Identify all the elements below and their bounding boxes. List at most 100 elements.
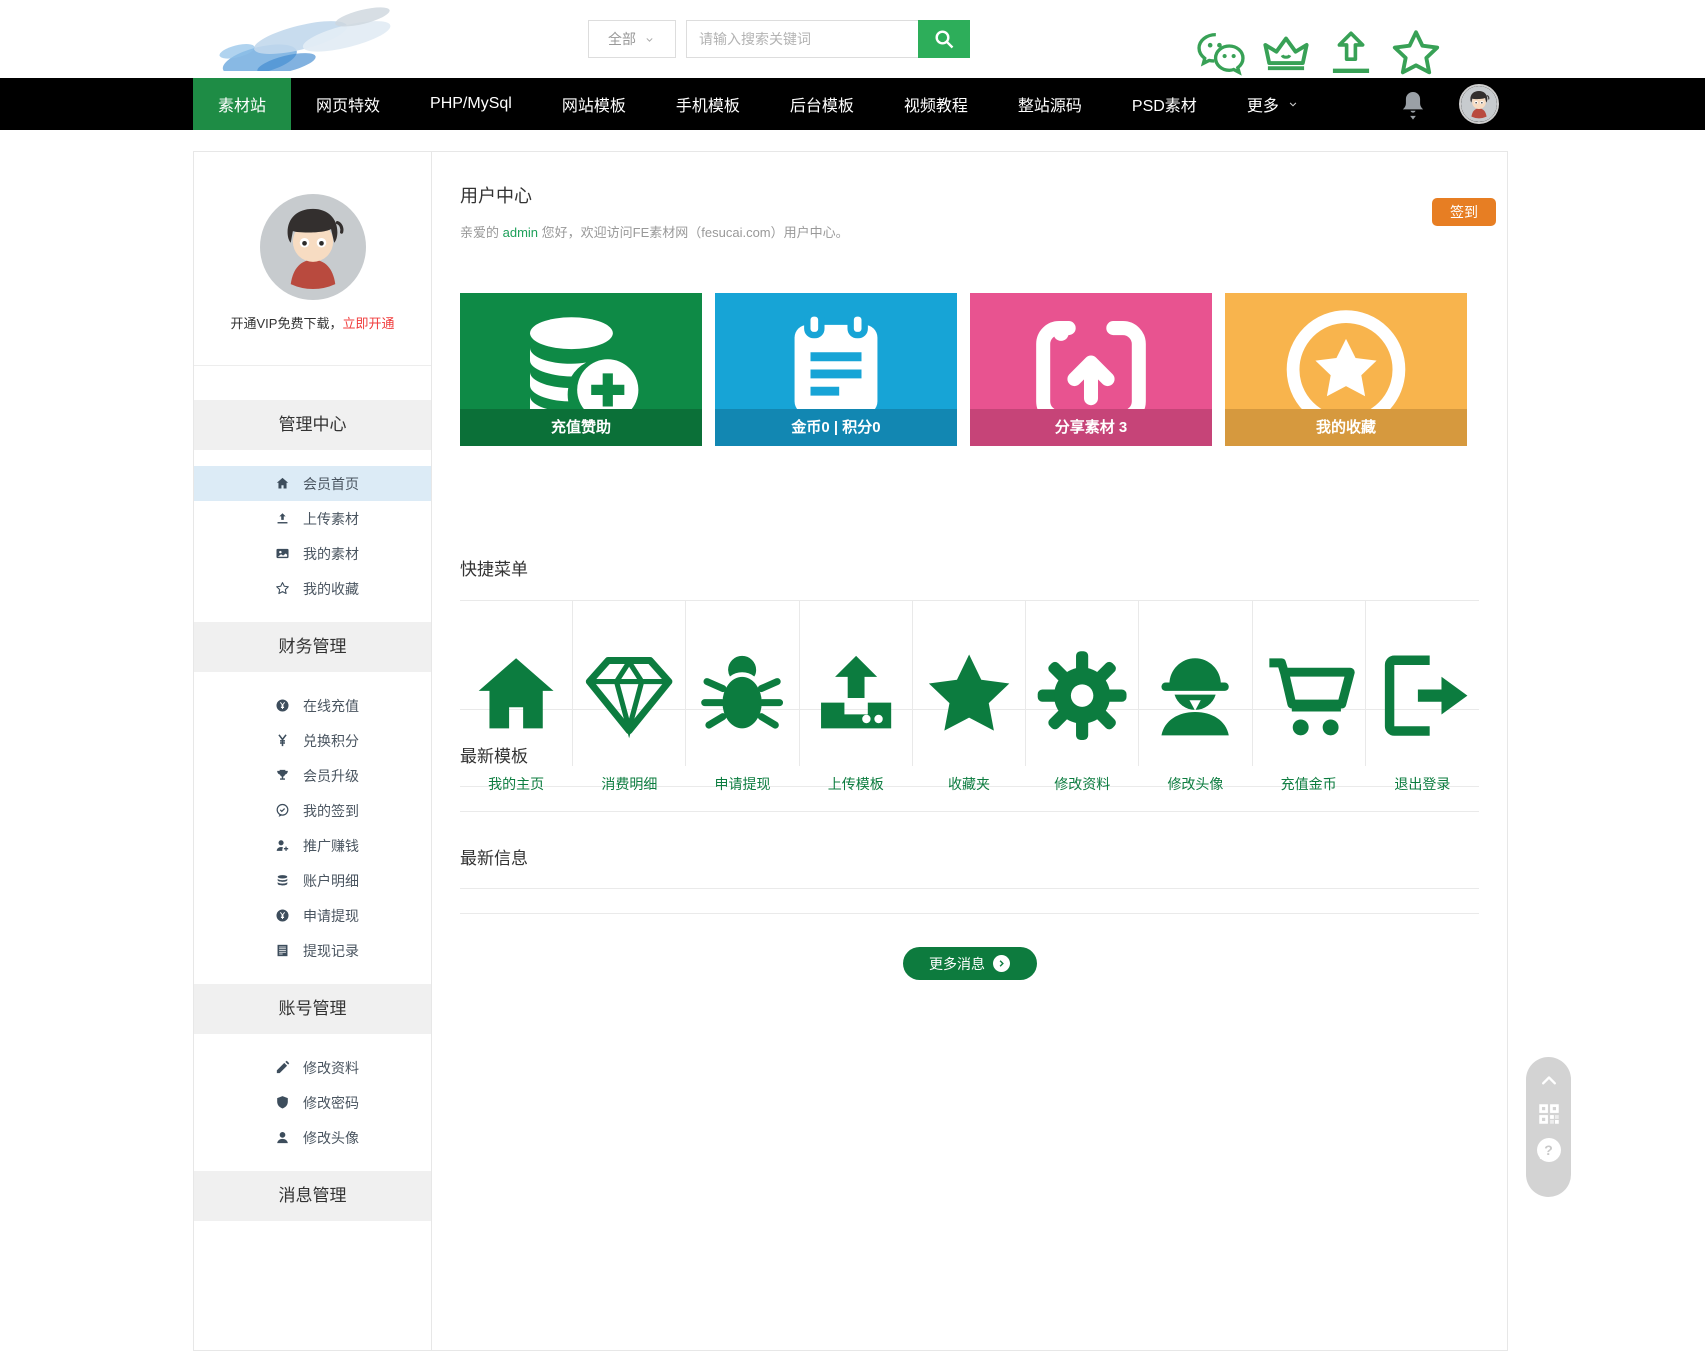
- sidebar: 开通VIP免费下载，立即开通 管理中心 会员首页: [194, 152, 432, 1350]
- sidebar-item[interactable]: 上传素材: [194, 501, 431, 536]
- sidebar-item-label: 修改密码: [303, 1093, 359, 1113]
- user-plus-icon: [274, 837, 291, 854]
- vip-activate-link[interactable]: 立即开通: [342, 316, 394, 331]
- star-outline-icon: [274, 580, 291, 597]
- nav-item[interactable]: 网页特效: [291, 78, 405, 130]
- sidebar-item-label: 提现记录: [303, 941, 359, 961]
- star-filled-icon: [913, 625, 1025, 766]
- search-category-select[interactable]: 全部: [588, 20, 676, 58]
- nav-item-label: 整站源码: [1018, 92, 1082, 116]
- welcome-message: 亲爱的 admin 您好，欢迎访问FE素材网（fesucai.com）用户中心。: [460, 222, 1479, 241]
- vip-promo-text: 开通VIP免费下载，: [231, 316, 343, 331]
- search-icon: [932, 27, 956, 51]
- sidebar-item[interactable]: 申请提现: [194, 898, 431, 933]
- pencil-icon: [274, 1059, 291, 1076]
- arrow-right-icon: [993, 955, 1010, 972]
- gear-icon: [1026, 625, 1138, 766]
- nav-item[interactable]: 更多: [1222, 78, 1325, 130]
- divider: [460, 888, 1479, 889]
- stat-tile[interactable]: 金币0 | 积分0: [715, 293, 957, 446]
- divider: [460, 811, 1479, 812]
- stat-tile-label: 充值赞助: [460, 409, 702, 446]
- nav-item[interactable]: 手机模板: [651, 78, 765, 130]
- nav-item[interactable]: 整站源码: [993, 78, 1107, 130]
- quick-menu-item[interactable]: 修改头像: [1139, 601, 1252, 766]
- sidebar-item[interactable]: 推广赚钱: [194, 828, 431, 863]
- back-to-top-button[interactable]: [1536, 1070, 1562, 1090]
- yen-icon: [274, 732, 291, 749]
- sidebar-item[interactable]: 我的素材: [194, 536, 431, 571]
- profile-avatar[interactable]: [260, 194, 366, 300]
- sidebar-item-label: 我的收藏: [303, 579, 359, 599]
- sidebar-item[interactable]: 提现记录: [194, 933, 431, 968]
- sidebar-item-label: 我的素材: [303, 544, 359, 564]
- user-avatar[interactable]: [1459, 84, 1499, 124]
- stat-tile[interactable]: 我的收藏: [1225, 293, 1467, 446]
- help-button[interactable]: ?: [1537, 1138, 1561, 1162]
- page-title: 用户中心: [460, 182, 1479, 208]
- sidebar-item[interactable]: 账户明细: [194, 863, 431, 898]
- sidebar-item[interactable]: 我的收藏: [194, 571, 431, 606]
- sidebar-item[interactable]: 会员首页: [194, 466, 431, 501]
- content-container: 开通VIP免费下载，立即开通 管理中心 会员首页: [193, 151, 1508, 1351]
- sidebar-section: 消息管理: [194, 1171, 431, 1253]
- search-input[interactable]: [686, 20, 918, 58]
- nav-item-label: 网页特效: [316, 92, 380, 116]
- stat-tile[interactable]: 充值赞助: [460, 293, 702, 446]
- search-button[interactable]: [918, 20, 970, 58]
- sidebar-item-label: 修改头像: [303, 1128, 359, 1148]
- stat-tiles: 充值赞助 金币0 | 积分0 分享素材 3 我的收藏: [460, 293, 1479, 446]
- divider: [460, 913, 1479, 914]
- quick-menu-item-label: 消费明细: [573, 774, 685, 794]
- sidebar-item[interactable]: 我的签到: [194, 793, 431, 828]
- sidebar-item[interactable]: 在线充值: [194, 688, 431, 723]
- sign-out-icon: [1366, 625, 1479, 766]
- page: { "header": { "search": { "category_labe…: [0, 0, 1705, 1191]
- diamond-icon: [573, 625, 685, 766]
- sidebar-item[interactable]: 修改资料: [194, 1050, 431, 1085]
- upload-filled-icon: [274, 510, 291, 527]
- main-panel: 用户中心 签到 亲爱的 admin 您好，欢迎访问FE素材网（fesucai.c…: [432, 152, 1507, 1350]
- nav-item-label: 更多: [1247, 92, 1279, 116]
- coins-icon: [274, 872, 291, 889]
- quick-menu-item[interactable]: 退出登录: [1366, 601, 1479, 766]
- quick-menu-item[interactable]: 修改资料: [1026, 601, 1139, 766]
- quick-menu-item[interactable]: 收藏夹: [913, 601, 1026, 766]
- more-messages-button[interactable]: 更多消息: [903, 947, 1037, 980]
- quick-menu-item-label: 收藏夹: [913, 774, 1025, 794]
- upload-tray-icon: [800, 625, 912, 766]
- nav-item[interactable]: PSD素材: [1107, 78, 1222, 130]
- spy-icon: [1139, 625, 1251, 766]
- nav-item-label: 后台模板: [790, 92, 854, 116]
- nav-item[interactable]: 素材站: [193, 78, 291, 130]
- username: admin: [503, 225, 538, 240]
- sidebar-item[interactable]: 修改密码: [194, 1085, 431, 1120]
- quick-menu-item[interactable]: 充值金币: [1253, 601, 1366, 766]
- stat-tile[interactable]: 分享素材 3: [970, 293, 1212, 446]
- nav-item-label: 素材站: [218, 92, 266, 116]
- quick-menu-item[interactable]: 申请提现: [686, 601, 799, 766]
- checkin-button[interactable]: 签到: [1432, 198, 1496, 226]
- quick-menu-item[interactable]: 消费明细: [573, 601, 686, 766]
- latest-news-title: 最新信息: [460, 844, 1479, 869]
- sidebar-item-label: 会员首页: [303, 474, 359, 494]
- notification-bell-icon[interactable]: [1396, 86, 1430, 122]
- sidebar-item[interactable]: 会员升级: [194, 758, 431, 793]
- nav-item[interactable]: 视频教程: [879, 78, 993, 130]
- qr-code-icon[interactable]: [1536, 1101, 1562, 1127]
- vip-promo: 开通VIP免费下载，立即开通: [194, 313, 431, 332]
- nav-item-label: 网站模板: [562, 92, 626, 116]
- quick-menu-title: 快捷菜单: [460, 555, 1479, 580]
- nav-item[interactable]: 网站模板: [537, 78, 651, 130]
- sidebar-item[interactable]: 兑换积分: [194, 723, 431, 758]
- main-nav: 素材站 网页特效 PHP/MySql 网站模板 手机模板 后台模板 视频教程: [0, 78, 1705, 130]
- nav-item-label: PSD素材: [1132, 92, 1197, 116]
- nav-item[interactable]: 后台模板: [765, 78, 879, 130]
- sidebar-item[interactable]: 修改头像: [194, 1120, 431, 1155]
- shield-icon: [274, 1094, 291, 1111]
- nav-item-label: 手机模板: [676, 92, 740, 116]
- nav-item[interactable]: PHP/MySql: [405, 78, 537, 130]
- sidebar-item-label: 修改资料: [303, 1058, 359, 1078]
- top-header: 全部 公众账号 开通会员 快速上传 我的: [0, 0, 1705, 78]
- quick-menu-item[interactable]: 上传模板: [800, 601, 913, 766]
